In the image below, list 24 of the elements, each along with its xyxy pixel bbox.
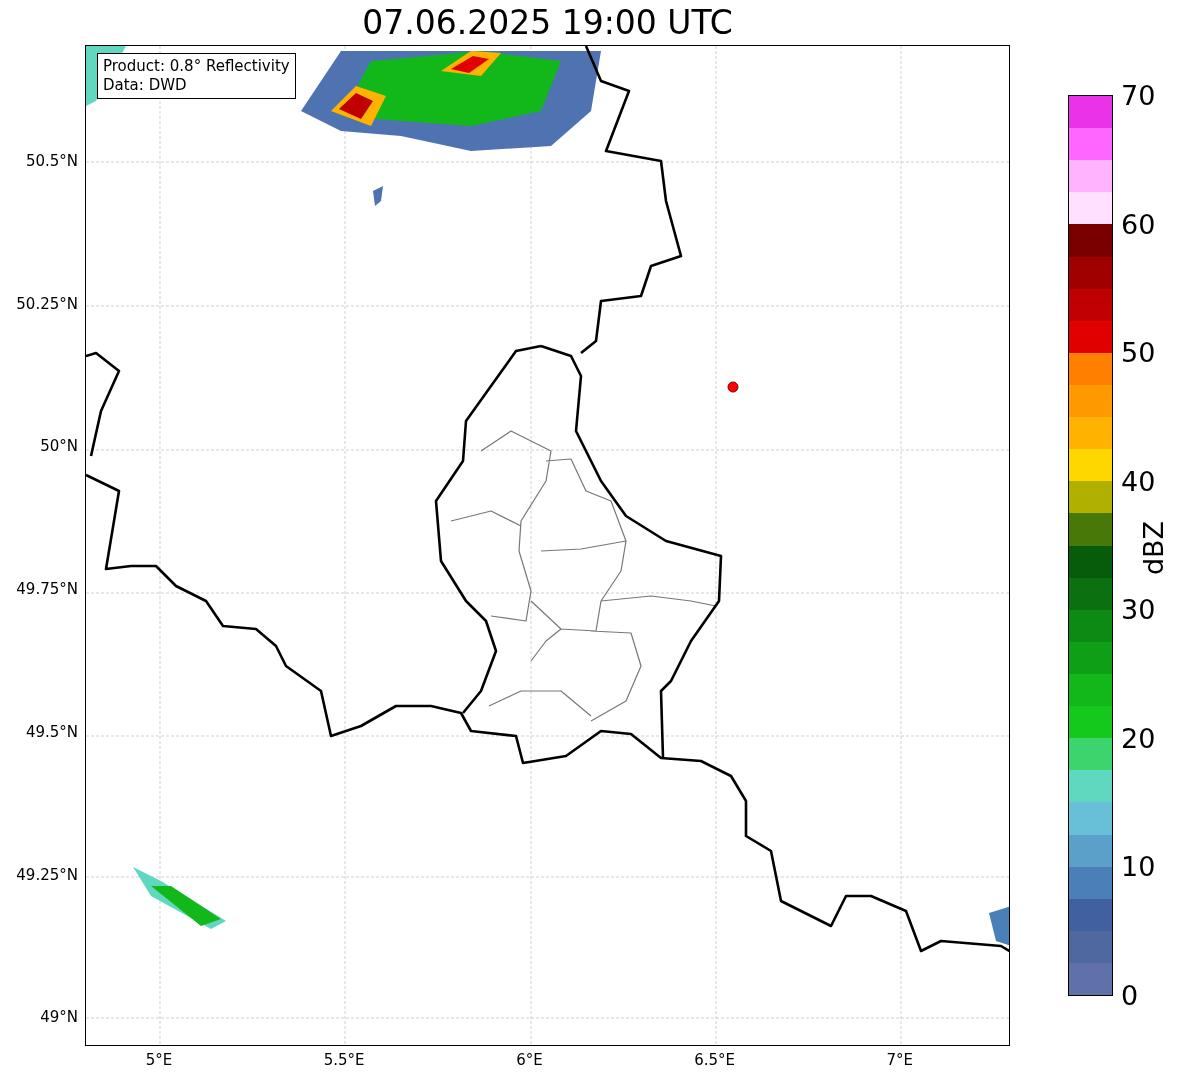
- colorbar-tick-label: 20: [1121, 722, 1156, 754]
- longitude-label: 6°E: [516, 1051, 543, 1069]
- longitude-label: 7°E: [886, 1051, 914, 1069]
- colorbar-tick-label: 0: [1121, 979, 1139, 1011]
- colorbar-label: dBZ: [1137, 520, 1169, 576]
- colorbar-tick-label: 70: [1121, 79, 1156, 111]
- latitude-label: 50°N: [40, 437, 78, 456]
- colorbar-tick-label: 60: [1121, 208, 1156, 240]
- latitude-label: 50.25°N: [16, 294, 78, 313]
- info-text: Product: 0.8° Reflectivity: [103, 57, 290, 76]
- plot-title: 07.06.2025 19:00 UTC: [362, 3, 733, 42]
- info-text: Data: DWD: [103, 76, 188, 95]
- longitude-label: 6.5°E: [694, 1051, 735, 1069]
- latitude-label: 49°N: [40, 1008, 78, 1027]
- colorbar-tick-label: 40: [1121, 465, 1156, 497]
- colorbar-tick-label: 30: [1121, 593, 1156, 625]
- latitude-label: 49.5°N: [25, 722, 78, 741]
- latitude-label: 49.75°N: [16, 580, 78, 599]
- latitude-label: 50.5°N: [25, 152, 78, 170]
- colorbar-tick-label: 50: [1121, 336, 1156, 368]
- longitude-label: 5.5°E: [323, 1051, 365, 1069]
- colorbar-tick-label: 10: [1121, 850, 1156, 882]
- latitude-label: 49.25°N: [16, 865, 78, 884]
- longitude-label: 5°E: [145, 1051, 173, 1069]
